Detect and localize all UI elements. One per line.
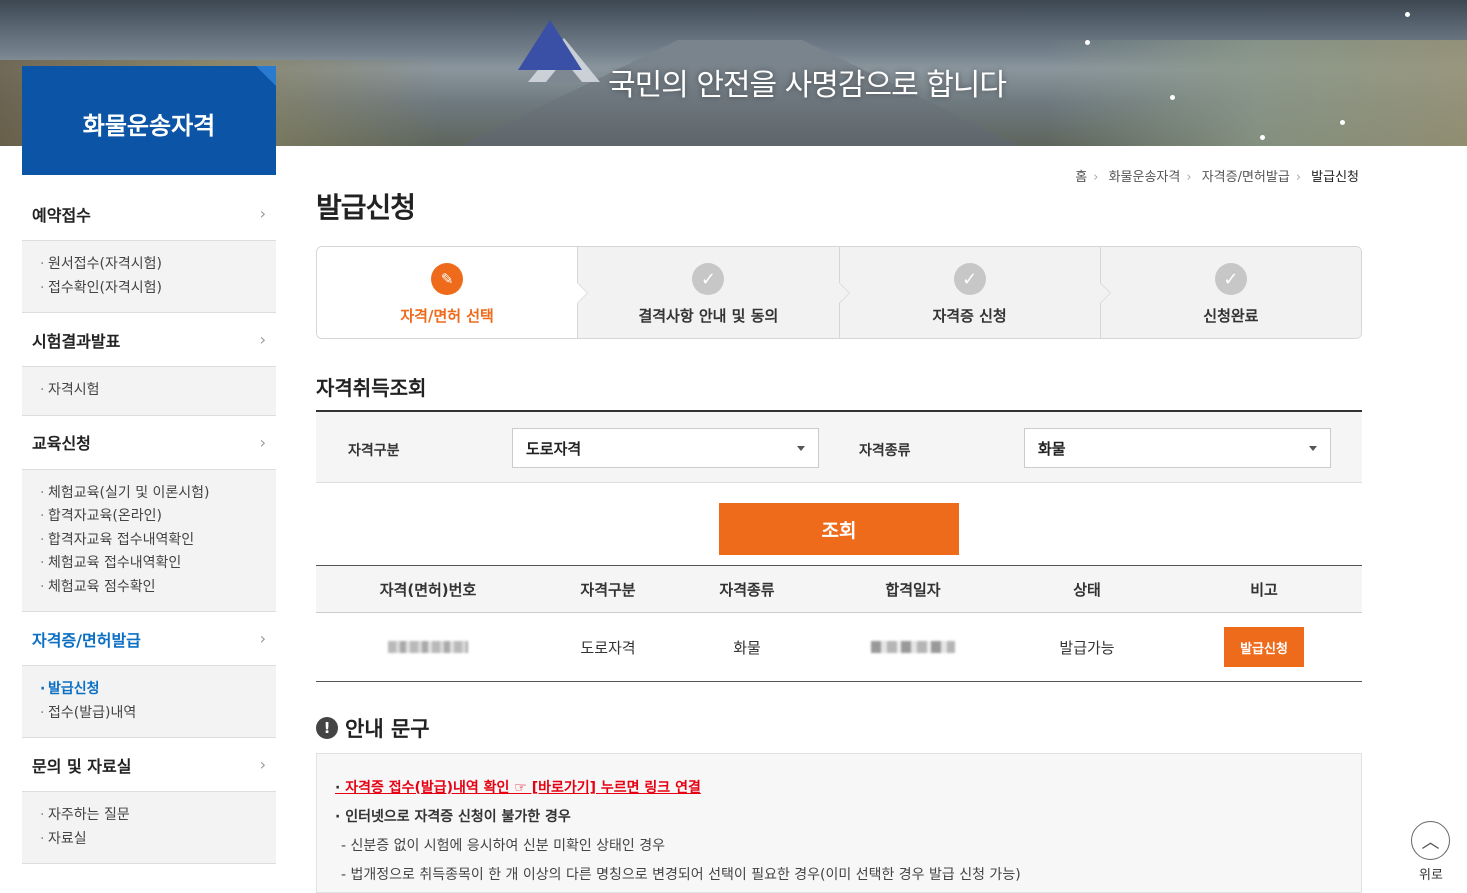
column-header: 자격종류 xyxy=(719,580,775,599)
sidebar-group-label: 문의 및 자료실 xyxy=(32,756,132,776)
sidebar-group-reservation[interactable]: 예약접수 › xyxy=(22,187,276,241)
category-select-value: 도로자격 xyxy=(526,439,582,458)
chevron-right-icon: › xyxy=(1093,170,1099,185)
table-cell: 화물 xyxy=(733,638,761,657)
step: ✓ 신청완료 xyxy=(1099,247,1361,338)
sidebar-group-education[interactable]: 교육신청 › xyxy=(22,416,276,470)
sidebar-item[interactable]: 자주하는 질문 xyxy=(40,804,276,828)
breadcrumb-home[interactable]: 홈 xyxy=(1075,170,1087,185)
chevron-right-icon: › xyxy=(259,204,266,223)
type-select[interactable]: 화물 xyxy=(1024,428,1331,468)
sidebar-group-inquiry[interactable]: 문의 및 자료실 › xyxy=(22,738,276,792)
caret-down-icon xyxy=(1309,446,1317,451)
category-select[interactable]: 도로자격 xyxy=(512,428,819,468)
sidebar-item[interactable]: 접수확인(자격시험) xyxy=(40,277,276,301)
breadcrumb: 홈 › 화물운송자격 › 자격증/면허발급 › 발급신청 xyxy=(1072,166,1362,185)
exclamation-icon: ! xyxy=(316,717,338,739)
step-label: 결격사항 안내 및 동의 xyxy=(638,307,779,325)
type-select-value: 화물 xyxy=(1038,439,1066,458)
step: ✓ 결격사항 안내 및 동의 xyxy=(577,247,839,338)
type-label: 자격종류 xyxy=(859,443,911,459)
notice-title: 안내 문구 xyxy=(345,717,430,741)
page-title: 발급신청 xyxy=(316,191,416,224)
breadcrumb-item[interactable]: 자격증/면허발급 xyxy=(1202,170,1290,185)
sidebar-group-label: 교육신청 xyxy=(32,434,91,453)
sidebar-submenu: 자격시험 xyxy=(22,367,276,416)
chevron-right-icon: › xyxy=(1186,170,1192,185)
lookup-form: 자격구분 도로자격 자격종류 화물 xyxy=(316,410,1362,483)
sidebar-item[interactable]: 합격자교육 접수내역확인 xyxy=(40,529,276,553)
sidebar-nav: 예약접수 › 원서접수(자격시험) 접수확인(자격시험) 시험결과발표 › 자격… xyxy=(22,187,276,864)
notice-line: - 법개정으로 취득종목이 한 개 이상의 다른 명칭으로 변경되어 선택이 필… xyxy=(341,867,1021,883)
sidebar-submenu: 발급신청 접수(발급)내역 xyxy=(22,666,276,738)
table-cell: 발급가능 xyxy=(1059,638,1115,657)
sidebar-group-label: 예약접수 xyxy=(32,205,91,225)
sidebar-item[interactable]: 체험교육(실기 및 이론시험) xyxy=(40,482,276,506)
step: ✓ 자격증 신청 xyxy=(838,247,1100,338)
notice-line: · 인터넷으로 자격증 신청이 불가한 경우 xyxy=(335,809,571,825)
sidebar-group-license-issue[interactable]: 자격증/면허발급 › xyxy=(22,612,276,666)
scroll-top-button[interactable]: ︿ xyxy=(1411,821,1450,860)
section-brand-title: 화물운송자격 xyxy=(22,66,276,175)
step-label: 자격증 신청 xyxy=(932,307,1007,325)
chevron-right-icon: › xyxy=(259,629,266,648)
license-number-redacted xyxy=(316,613,540,681)
sidebar-group-results[interactable]: 시험결과발표 › xyxy=(22,313,276,367)
check-icon: ✓ xyxy=(1214,263,1247,295)
check-icon: ✓ xyxy=(692,263,725,295)
table-cell: 발급신청 xyxy=(1166,613,1362,681)
column-header: 합격일자 xyxy=(885,580,941,599)
step-current: ✎ 자격/면허 선택 xyxy=(317,247,578,338)
chevron-up-icon: ︿ xyxy=(1421,831,1440,853)
sidebar-item-active[interactable]: 발급신청 xyxy=(40,678,276,702)
notice-box: 자격증 접수(발급)내역 확인 ☞ [바로가기] 누르면 링크 연결 · 인터넷… xyxy=(316,753,1362,893)
sidebar-item[interactable]: 체험교육 점수확인 xyxy=(40,576,276,600)
sidebar-item[interactable]: 접수(발급)내역 xyxy=(40,702,276,726)
scroll-top-label: 위로 xyxy=(1419,868,1443,883)
banner-slogan: 국민의 안전을 사명감으로 합니다 xyxy=(608,68,1007,103)
table-header: 자격(면허)번호 자격구분 자격종류 합격일자 상태 비고 xyxy=(316,566,1362,613)
sidebar-item[interactable]: 합격자교육(온라인) xyxy=(40,505,276,529)
sidebar-group-label: 자격증/면허발급 xyxy=(32,630,141,650)
search-button[interactable]: 조회 xyxy=(719,503,959,555)
results-table: 자격(면허)번호 자격구분 자격종류 합격일자 상태 비고 도로자격 화물 발급… xyxy=(316,565,1362,682)
breadcrumb-current: 발급신청 xyxy=(1311,170,1359,185)
caret-down-icon xyxy=(797,446,805,451)
sidebar-item[interactable]: 원서접수(자격시험) xyxy=(40,253,276,277)
column-header: 자격(면허)번호 xyxy=(379,580,477,599)
column-header: 자격구분 xyxy=(580,580,636,599)
column-header: 비고 xyxy=(1250,580,1278,599)
sidebar-group-label: 시험결과발표 xyxy=(32,331,121,351)
breadcrumb-item[interactable]: 화물운송자격 xyxy=(1109,170,1181,185)
category-label: 자격구분 xyxy=(348,443,400,459)
column-header: 상태 xyxy=(1073,580,1101,599)
lookup-title: 자격취득조회 xyxy=(316,376,427,400)
pencil-icon: ✎ xyxy=(431,263,464,295)
step-indicator: ✎ 자격/면허 선택 ✓ 결격사항 안내 및 동의 ✓ 자격증 신청 ✓ 신청완… xyxy=(316,246,1362,339)
check-icon: ✓ xyxy=(953,263,986,295)
sidebar-submenu: 원서접수(자격시험) 접수확인(자격시험) xyxy=(22,241,276,313)
chevron-right-icon: › xyxy=(259,432,266,452)
chevron-right-icon: › xyxy=(1295,170,1302,185)
issue-history-link[interactable]: 자격증 접수(발급)내역 확인 ☞ [바로가기] 누르면 링크 연결 xyxy=(335,774,1361,803)
chevron-right-icon: › xyxy=(259,330,266,349)
pass-date-redacted xyxy=(818,613,1008,681)
step-label: 신청완료 xyxy=(1203,307,1259,325)
issue-apply-button[interactable]: 발급신청 xyxy=(1224,627,1304,667)
table-cell: 도로자격 xyxy=(580,638,636,657)
sidebar-submenu: 자주하는 질문 자료실 xyxy=(22,792,276,864)
sidebar-item[interactable]: 자료실 xyxy=(40,828,276,852)
sidebar-submenu: 체험교육(실기 및 이론시험) 합격자교육(온라인) 합격자교육 접수내역확인 … xyxy=(22,469,276,612)
chevron-right-icon: › xyxy=(259,755,266,774)
step-label: 자격/면허 선택 xyxy=(400,307,494,325)
sidebar-item[interactable]: 체험교육 접수내역확인 xyxy=(40,552,276,576)
notice-line: - 신분증 없이 시험에 응시하여 신분 미확인 상태인 경우 xyxy=(341,838,666,854)
sidebar-item[interactable]: 자격시험 xyxy=(40,379,276,403)
table-row: 도로자격 화물 발급가능 발급신청 xyxy=(316,613,1362,682)
notice-heading: ! 안내 문구 xyxy=(316,713,430,743)
